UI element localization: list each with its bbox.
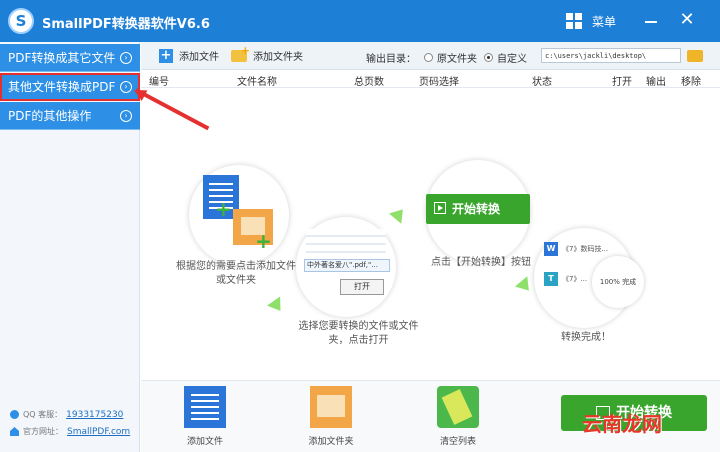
result-row: T 《7》... (544, 272, 587, 286)
step1-text: 根据您的需要点击添加文件或文件夹 (176, 261, 296, 286)
radio-source-label: 原文件夹 (437, 54, 477, 65)
col-number: 编号 (149, 77, 169, 88)
step3-illustration: 开始转换 (426, 160, 530, 264)
add-folder-icon (310, 386, 352, 428)
home-icon (10, 427, 19, 436)
progress-complete: 100% 完成 (592, 256, 644, 308)
guide-area: + + 根据您的需要点击添加文件或文件夹 中外著名爱八".pdf,"... 打开… (141, 88, 720, 380)
col-remove: 移除 (681, 77, 701, 88)
text-file-icon: T (544, 272, 558, 286)
output-dir-label: 输出目录： (366, 54, 416, 65)
output-path-input[interactable] (541, 48, 681, 63)
bottom-add-folder-label: 添加文件夹 (308, 437, 354, 447)
app-title: SmallPDF转换器软件V6.6 (42, 17, 210, 32)
step2-text: 选择您要转换的文件或文件夹，点击打开 (298, 321, 419, 346)
close-button[interactable]: ✕ (676, 9, 698, 31)
sidebar-item-label: PDF转换成其它文件 (8, 51, 116, 65)
col-total-pages: 总页数 (354, 77, 384, 88)
step1-illustration: + + (189, 165, 289, 265)
result-row: W 《7》数码技... (544, 242, 608, 256)
plus-icon: + (215, 197, 232, 221)
bottom-add-file-label: 添加文件 (186, 437, 223, 447)
site-label: 官方网址： (23, 427, 63, 436)
word-icon: W (544, 242, 558, 256)
minimize-button[interactable] (640, 9, 662, 31)
col-file-name: 文件名称 (237, 77, 277, 88)
folder-add-icon (231, 44, 250, 62)
result-name: 《7》数码技... (562, 245, 609, 253)
broom-icon (437, 386, 479, 428)
sidebar-item-label: PDF的其他操作 (8, 109, 92, 123)
add-file-button[interactable]: + 添加文件 (159, 48, 219, 63)
col-page-select: 页码选择 (419, 77, 459, 88)
pdf-filename: 中外著名爱八".pdf,"... (304, 259, 390, 272)
step4-illustration: W 《7》数码技... T 《7》... 100% 完成 (534, 228, 644, 328)
start-convert-preview: 开始转换 (426, 194, 530, 224)
app-logo: S (8, 8, 34, 34)
col-open: 打开 (612, 77, 632, 88)
add-file-icon (184, 386, 226, 428)
clear-list-button[interactable]: 清空列表 (426, 386, 490, 447)
menu-label: 菜单 (592, 14, 617, 29)
qq-label: QQ 客服： (23, 410, 63, 419)
grid-menu-icon (566, 13, 582, 29)
start-convert-preview-label: 开始转换 (452, 202, 501, 216)
arrow-icon (389, 204, 409, 224)
chevron-right-icon: › (120, 81, 132, 93)
qq-support: QQ 客服： 1933175230 (10, 409, 123, 420)
toolbar: + 添加文件 添加文件夹 输出目录： 原文件夹 自定义 (141, 42, 720, 70)
clear-list-label: 清空列表 (439, 437, 476, 447)
browse-folder-icon[interactable] (687, 50, 703, 62)
qq-icon (10, 410, 19, 419)
open-button-preview: 打开 (340, 279, 384, 295)
radio-selected-icon (484, 53, 493, 62)
radio-source-folder[interactable]: 原文件夹 (424, 50, 477, 65)
file-list-preview (306, 229, 386, 259)
bottom-add-file-button[interactable]: 添加文件 (173, 386, 237, 447)
watermark: 云南龙网 (582, 412, 662, 436)
add-file-label: 添加文件 (179, 52, 219, 63)
sidebar-item-label: 其他文件转换成PDF (8, 80, 116, 94)
add-folder-label: 添加文件夹 (253, 52, 303, 63)
add-folder-button[interactable]: 添加文件夹 (231, 44, 303, 63)
col-output: 输出 (646, 77, 666, 88)
radio-icon (424, 53, 433, 62)
site-link[interactable]: SmallPDF.com (67, 427, 130, 437)
radio-custom-label: 自定义 (497, 54, 527, 65)
plus-icon: + (159, 47, 173, 63)
official-site: 官方网址： SmallPDF.com (10, 426, 130, 437)
step3-text: 点击【开始转换】按钮 (431, 257, 531, 268)
sidebar-item-pdf-to-other[interactable]: PDF转换成其它文件 › (0, 44, 140, 72)
title-bar: S SmallPDF转换器软件V6.6 菜单 ✕ (0, 0, 720, 42)
file-table-header: 编号 文件名称 总页数 页码选择 状态 打开 输出 移除 (141, 70, 720, 88)
sidebar: PDF转换成其它文件 › 其他文件转换成PDF › PDF的其他操作 › QQ … (0, 42, 140, 452)
arrow-icon (515, 276, 535, 296)
plus-icon: + (255, 229, 272, 253)
step4-text: 转换完成！ (561, 332, 611, 343)
step2-illustration: 中外著名爱八".pdf,"... 打开 (296, 217, 396, 317)
arrow-icon (267, 296, 287, 316)
col-status: 状态 (532, 77, 552, 88)
chevron-right-icon: › (120, 110, 132, 122)
play-icon (434, 202, 446, 214)
radio-custom-folder[interactable]: 自定义 (484, 50, 527, 65)
bottom-add-folder-button[interactable]: 添加文件夹 (299, 386, 363, 447)
result-name: 《7》... (562, 275, 588, 283)
qq-number-link[interactable]: 1933175230 (66, 410, 123, 420)
sidebar-item-pdf-other-ops[interactable]: PDF的其他操作 › (0, 102, 140, 130)
menu-button[interactable]: 菜单 (566, 10, 616, 32)
sidebar-item-other-to-pdf[interactable]: 其他文件转换成PDF › (0, 73, 140, 101)
chevron-right-icon: › (120, 52, 132, 64)
